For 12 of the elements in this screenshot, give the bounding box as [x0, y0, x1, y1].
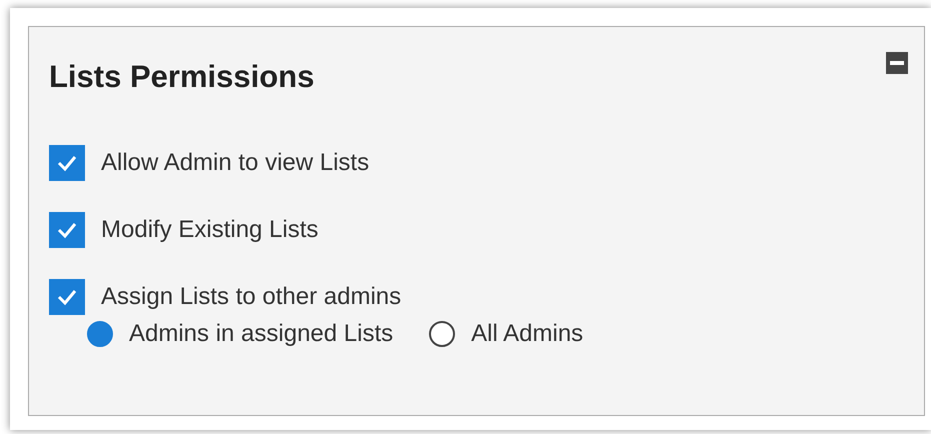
radio-label: All Admins [471, 320, 584, 348]
radio-button[interactable] [429, 321, 456, 347]
checkbox-label: Modify Existing Lists [101, 216, 318, 244]
radio-button[interactable] [87, 321, 113, 347]
panel-title: Lists Permissions [49, 59, 314, 95]
checkbox[interactable] [49, 144, 85, 180]
collapse-icon[interactable] [886, 52, 908, 74]
checkbox-label: Allow Admin to view Lists [101, 148, 370, 176]
radio-label: Admins in assigned Lists [129, 320, 394, 348]
checkbox[interactable] [49, 278, 85, 314]
checkbox[interactable] [49, 212, 85, 248]
checkbox-label: Assign Lists to other admins [101, 282, 402, 310]
